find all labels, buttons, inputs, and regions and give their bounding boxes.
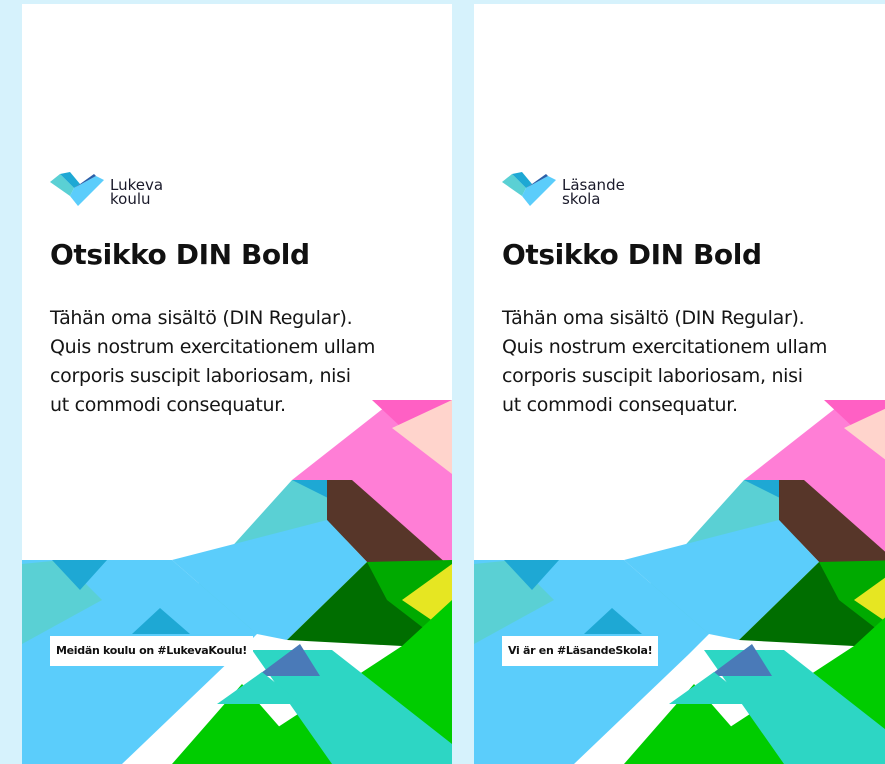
logo-chevron-icon xyxy=(502,172,556,206)
body-line-2: Quis nostrum exercitationem ullam xyxy=(502,336,828,358)
hashtag-label: Meidän koulu on #LukevaKoulu! xyxy=(50,636,253,666)
body-text: Tähän oma sisältö (DIN Regular). Quis no… xyxy=(502,304,862,420)
body-line-1: Tähän oma sisältö (DIN Regular). xyxy=(50,307,353,329)
poster-card-finnish: Lukeva koulu Otsikko DIN Bold Tähän oma … xyxy=(22,4,452,764)
body-line-2: Quis nostrum exercitationem ullam xyxy=(50,336,376,358)
body-line-1: Tähän oma sisältö (DIN Regular). xyxy=(502,307,805,329)
body-line-4: ut commodi consequatur. xyxy=(502,394,738,416)
headline: Otsikko DIN Bold xyxy=(50,238,310,271)
hashtag-label: Vi är en #LäsandeSkola! xyxy=(502,636,659,666)
logo-line-2: koulu xyxy=(110,190,151,208)
body-line-4: ut commodi consequatur. xyxy=(50,394,286,416)
poster-card-swedish: Läsande skola Otsikko DIN Bold Tähän oma… xyxy=(474,4,885,764)
logo-chevron-icon xyxy=(50,172,104,206)
body-text: Tähän oma sisältö (DIN Regular). Quis no… xyxy=(50,304,410,420)
logo-line-2: skola xyxy=(562,190,601,208)
body-line-3: corporis suscipit laboriosam, nisi xyxy=(502,365,803,387)
body-line-3: corporis suscipit laboriosam, nisi xyxy=(50,365,351,387)
headline: Otsikko DIN Bold xyxy=(502,238,762,271)
